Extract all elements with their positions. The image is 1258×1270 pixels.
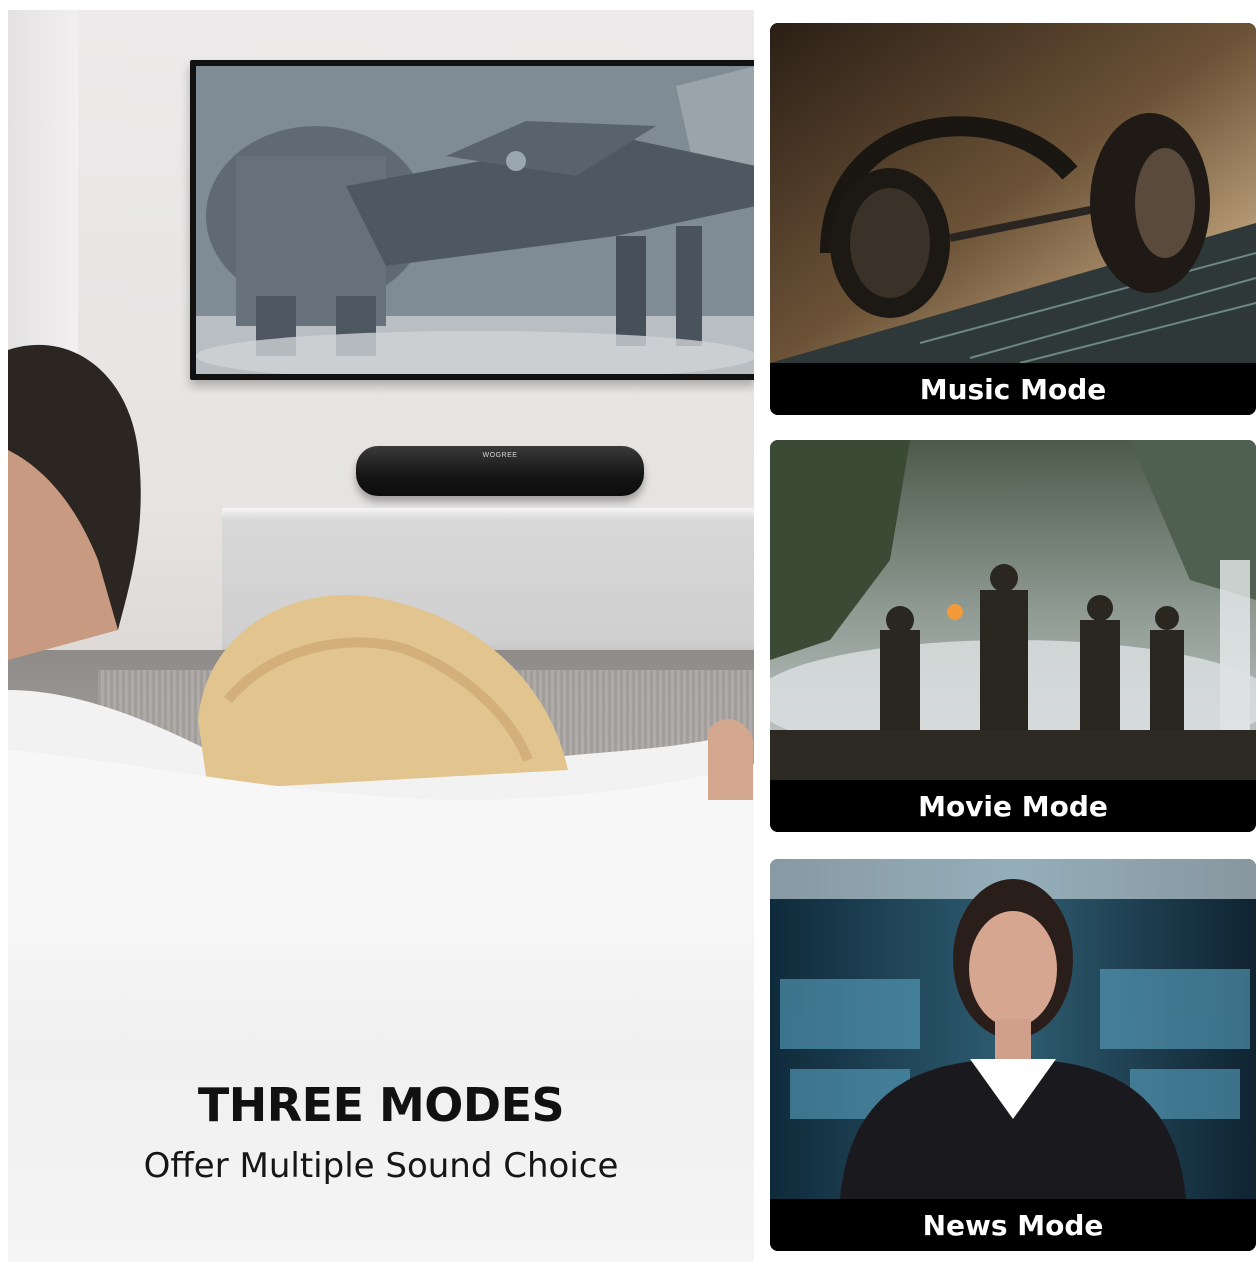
couple-on-sofa <box>8 344 754 970</box>
movie-mode-label: Movie Mode <box>918 789 1108 823</box>
news-mode-label-bar: News Mode <box>770 1199 1256 1251</box>
music-mode-card: Music Mode <box>770 23 1256 415</box>
headline: THREE MODES <box>197 1078 565 1132</box>
headphones-icon <box>770 23 1256 363</box>
wall-panel <box>8 10 78 370</box>
news-anchor-scene <box>770 859 1256 1199</box>
subheadline: Offer Multiple Sound Choice <box>143 1146 619 1186</box>
music-mode-label: Music Mode <box>919 372 1107 406</box>
living-room-photo: WOGREE THREE MODES Offer Multiple Sound … <box>8 10 754 1262</box>
news-mode-card: News Mode <box>770 859 1256 1251</box>
movie-mode-card: Movie Mode <box>770 440 1256 832</box>
jungle-explorers-scene <box>770 440 1256 780</box>
music-mode-label-bar: Music Mode <box>770 363 1256 415</box>
spaceship-scene <box>196 66 754 374</box>
tv-screen <box>196 66 754 374</box>
movie-mode-label-bar: Movie Mode <box>770 780 1256 832</box>
news-mode-label: News Mode <box>922 1208 1104 1242</box>
